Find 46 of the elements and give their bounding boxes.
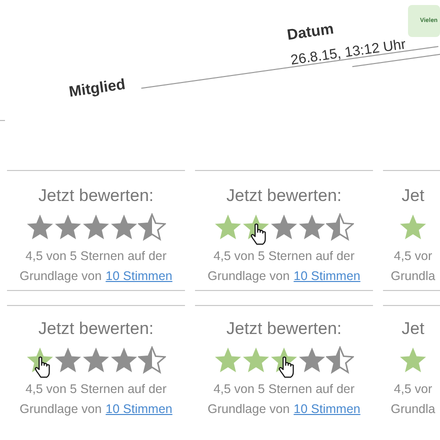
star-icon[interactable]: [242, 346, 270, 374]
rating-summary: 4,5 vor: [394, 248, 432, 264]
rating-basis: Grundlage von: [20, 268, 102, 286]
date-label: Datum: [286, 19, 336, 46]
votes-link[interactable]: 10 Stimmen: [294, 267, 360, 286]
rating-prompt: Jetzt bewerten:: [226, 185, 342, 207]
rating-prompt: Jet: [402, 318, 424, 340]
member-label: Mitglied: [68, 75, 127, 103]
star-icon[interactable]: [138, 346, 166, 374]
votes-link[interactable]: 10 Stimmen: [106, 267, 172, 286]
rating-prompt: Jetzt bewerten:: [38, 185, 154, 207]
star-icon[interactable]: [54, 346, 82, 374]
star-icon[interactable]: [138, 212, 166, 240]
rating-basis: Grundlage von: [208, 268, 290, 286]
star-icon[interactable]: [82, 346, 110, 374]
rating-summary: 4,5 vor: [394, 380, 432, 398]
rating-summary: 4,5 von 5 Sternen auf der: [25, 380, 167, 398]
rating-basis: Grundlage von: [20, 401, 102, 418]
star-icon[interactable]: [326, 212, 354, 240]
star-icon[interactable]: [82, 212, 110, 240]
star-icon[interactable]: [298, 346, 326, 374]
rating-summary: 4,5 von 5 Sternen auf der: [213, 380, 355, 398]
rating-summary: 4,5 von 5 Sternen auf der: [25, 248, 167, 264]
star-icon[interactable]: [270, 212, 298, 240]
star-icon[interactable]: [399, 346, 427, 374]
votes-link[interactable]: 10 Stimmen: [106, 400, 172, 419]
rating-basis: Grundlage von: [208, 401, 290, 418]
star-icon[interactable]: [399, 212, 427, 240]
star-icon[interactable]: [26, 212, 54, 240]
rating-prompt: Jet: [402, 185, 424, 207]
star-icon[interactable]: [214, 346, 242, 374]
star-icon[interactable]: [110, 346, 138, 374]
star-icon[interactable]: [110, 212, 138, 240]
rating-summary: 4,5 von 5 Sternen auf der: [213, 248, 355, 264]
rating-basis: Grundla: [390, 401, 436, 418]
divider-line: [383, 305, 440, 306]
rating-basis: Grundla: [390, 268, 436, 286]
star-icon[interactable]: [298, 212, 326, 240]
divider-line: [383, 170, 440, 171]
star-icon[interactable]: [54, 212, 82, 240]
rating-prompt: Jetzt bewerten:: [226, 318, 342, 340]
votes-link[interactable]: 10 Stimmen: [294, 400, 360, 419]
star-icon[interactable]: [214, 212, 242, 240]
star-icon[interactable]: [326, 346, 354, 374]
divider-line: [383, 290, 440, 291]
rating-prompt: Jetzt bewerten:: [38, 318, 154, 340]
